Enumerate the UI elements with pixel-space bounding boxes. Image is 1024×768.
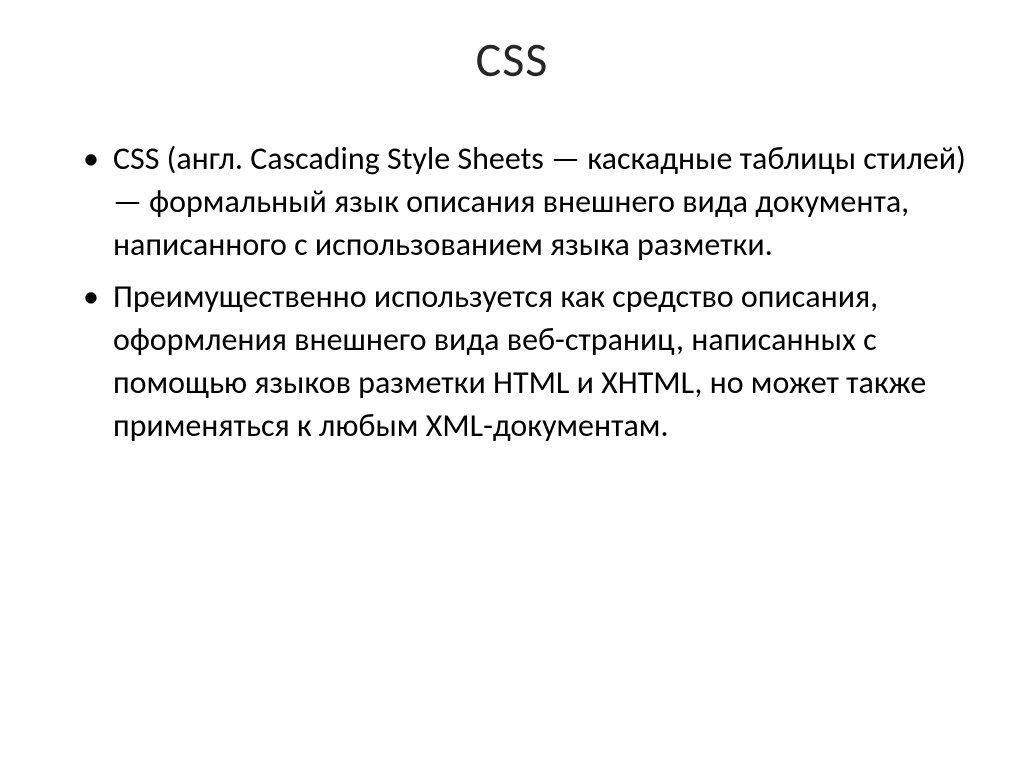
bullet-text: Преимущественно используется как средств… — [113, 275, 969, 448]
slide-title: CSS — [55, 30, 969, 89]
slide-content: • CSS (англ. Cascading Style Sheets — ка… — [55, 137, 969, 447]
list-item: • Преимущественно используется как средс… — [83, 275, 969, 448]
bullet-text: CSS (англ. Cascading Style Sheets — каск… — [113, 137, 969, 267]
bullet-marker: • — [83, 137, 99, 180]
bullet-marker: • — [83, 275, 99, 318]
list-item: • CSS (англ. Cascading Style Sheets — ка… — [83, 137, 969, 267]
